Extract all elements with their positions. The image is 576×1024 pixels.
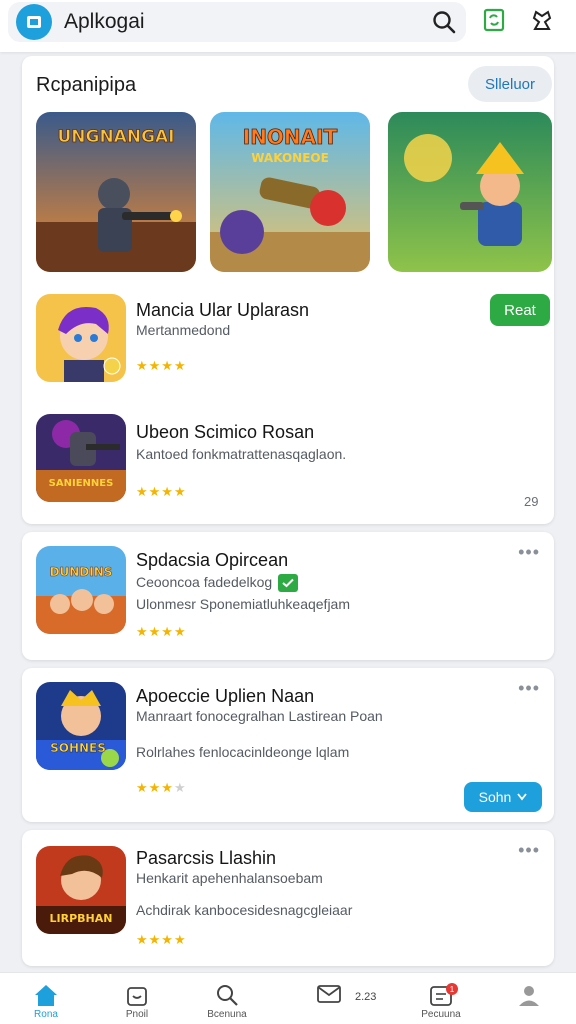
app-card[interactable]: LIRPBHAN Pasarcsis Llashin Henkarit apeh…: [22, 830, 554, 966]
star-rating: ★★★★: [136, 484, 187, 499]
nav-gift[interactable]: Pnoil: [102, 973, 172, 1024]
install-button[interactable]: Sohn: [464, 782, 542, 812]
nav-search[interactable]: Bcenuna: [192, 973, 262, 1024]
gift-icon: [127, 987, 147, 1006]
get-button[interactable]: Reat: [490, 294, 550, 326]
blaster-game-art: INONAIT WAKONEOE: [210, 112, 370, 272]
notification-badge: 1: [446, 983, 458, 995]
review-count: 29: [524, 494, 539, 509]
home-icon: [35, 985, 57, 1006]
app-description: Achdirak kanbocesidesnagcgleiaar: [136, 902, 353, 918]
star-rating: ★★★★: [136, 932, 187, 947]
nav-mail[interactable]: [294, 973, 364, 1024]
star-rating: ★★★★: [136, 780, 187, 795]
app-subtitle: Kantoed fonkmatrattenasqaglaon.: [136, 446, 347, 462]
nav-count: 2.23: [355, 991, 377, 1003]
app-name[interactable]: Ubeon Scimico Rosan: [136, 422, 314, 443]
app-card[interactable]: DUNDINS Spdacsia Opircean Ceooncoa faded…: [22, 532, 554, 660]
banner-title: UNGNANGAI: [57, 127, 174, 147]
verified-icon: [278, 574, 299, 593]
app-subtitle: Mertanmedond: [136, 322, 231, 338]
nav-profile[interactable]: [494, 973, 564, 1024]
banner-title: INONAIT: [243, 125, 338, 149]
featured-banner[interactable]: INONAIT WAKONEOE: [210, 112, 370, 272]
app-icon[interactable]: DUNDINS: [36, 546, 126, 634]
icon-title: SOHNES: [50, 741, 106, 755]
app-name[interactable]: Apoeccie Uplien Naan: [136, 686, 314, 707]
bottom-nav: Rona Pnoil Bcenuna 2.23 1 Pecuuna: [0, 972, 576, 1024]
mail-icon: [317, 985, 341, 1003]
star-rating: ★★★★: [136, 358, 187, 373]
icon-title: LIRPBHAN: [50, 912, 113, 925]
search-bar[interactable]: Aplkogai: [8, 2, 466, 42]
app-subtitle: Manraart fonocegralhan Lastirean Poan: [136, 708, 383, 724]
store-logo-icon: [16, 4, 52, 40]
app-name[interactable]: Mancia Ular Uplarasn: [136, 300, 309, 321]
app-icon[interactable]: LIRPBHAN: [36, 846, 126, 934]
shooter-game-art: UNGNANGAI: [36, 112, 196, 272]
profile-icon[interactable]: [528, 6, 556, 34]
app-icon[interactable]: SOHNES: [36, 682, 126, 770]
banner-subtitle: WAKONEOE: [251, 151, 329, 165]
nav-home[interactable]: Rona: [11, 973, 81, 1024]
chevron-down-icon: [517, 793, 528, 801]
featured-banner[interactable]: [388, 112, 552, 272]
app-description: Ulonmesr Sponemiatluhkeaqefjam: [136, 596, 350, 612]
section-title: Rcpanipipa: [36, 74, 137, 96]
app-card[interactable]: SOHNES Apoeccie Uplien Naan Manraart fon…: [22, 668, 554, 822]
person-icon: [519, 986, 539, 1006]
app-subtitle: Ceooncoa fadedelkog: [136, 574, 299, 593]
character-avatar-icon: [36, 294, 126, 382]
app-name[interactable]: Spdacsia Opircean: [136, 550, 288, 571]
app-icon[interactable]: [36, 294, 126, 382]
cartoon-hero-game-art: [388, 112, 552, 272]
search-icon: [217, 985, 238, 1006]
more-options-icon[interactable]: •••: [518, 542, 540, 563]
more-options-icon[interactable]: •••: [518, 678, 540, 699]
featured-banner[interactable]: UNGNANGAI: [36, 112, 196, 272]
icon-title: DUNDINS: [50, 565, 113, 579]
search-icon[interactable]: [430, 8, 458, 36]
icon-title: SANIENNES: [49, 478, 114, 489]
app-subtitle: Henkarit apehenhalansoebam: [136, 870, 323, 886]
featured-section: Rcpanipipa Slleluor UNGNANGAI INONAIT WA…: [22, 56, 554, 524]
more-options-icon[interactable]: •••: [518, 840, 540, 861]
filter-chip[interactable]: Slleluor: [468, 66, 552, 102]
top-bar: Aplkogai: [0, 0, 576, 52]
app-icon[interactable]: SANIENNES: [36, 414, 126, 502]
app-title: Aplkogai: [64, 10, 145, 33]
refresh-icon[interactable]: [480, 6, 508, 34]
app-name[interactable]: Pasarcsis Llashin: [136, 848, 276, 869]
app-description: Rolrlahes fenlocacinldeonge lqlam: [136, 744, 350, 760]
nav-news[interactable]: 1 Pecuuna: [406, 973, 476, 1024]
star-rating: ★★★★: [136, 624, 187, 639]
